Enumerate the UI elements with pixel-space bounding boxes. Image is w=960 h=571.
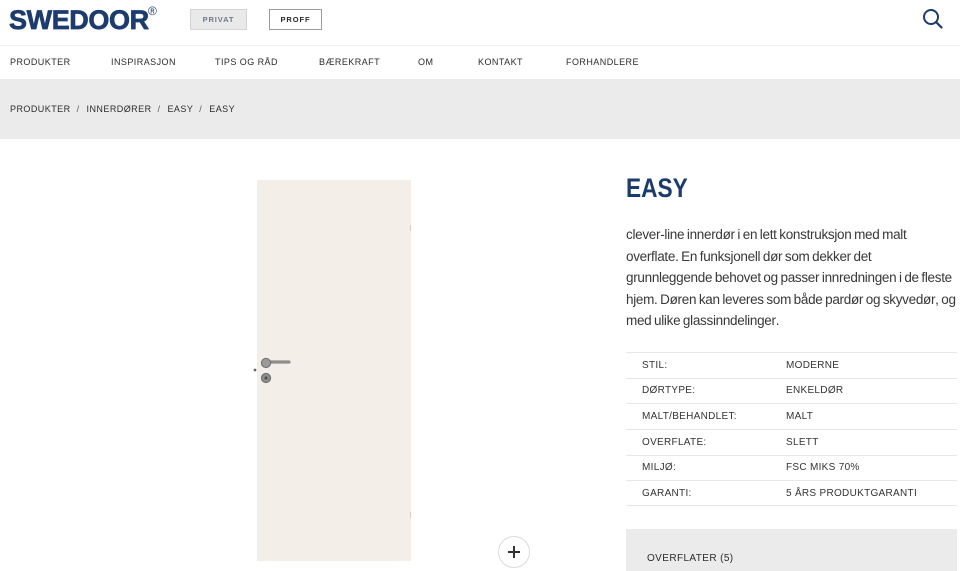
registered-mark: ® [148,4,157,18]
nav-item-kontakt[interactable]: KONTAKT [478,55,523,69]
surfaces-accordion[interactable]: OVERFLATER (5) [626,529,957,571]
spec-value: ENKELDØR [786,385,844,397]
spec-value: MODERNE [786,359,840,371]
spec-row-dortype: DØRTYPE: ENKELDØR [626,377,957,404]
search-icon-handle [935,21,943,29]
spec-label: STIL: [642,359,668,371]
main-nav: PRODUKTER INSPIRASJON TIPS OG RÅD BÆREKR… [0,46,960,79]
swedoor-logo[interactable]: SWEDOOR [9,5,150,35]
segment-privat-button[interactable]: PRIVAT [190,9,247,30]
nav-item-baerekraft[interactable]: BÆREKRAFT [319,55,380,69]
spec-row-garanti: GARANTI: 5 ÅRS PRODUKTGARANTI [626,480,957,506]
door-illustration [253,180,411,561]
product-image [250,175,420,567]
door-edge-dot [253,368,257,372]
zoom-button[interactable] [498,536,530,568]
spec-row-miljo: MILJØ: FSC MIKS 70% [626,454,957,481]
door-panel [257,180,411,561]
site-header: SWEDOOR ® PRIVAT PROFF [0,0,960,46]
nav-item-tips-og-rad[interactable]: TIPS OG RÅD [215,55,278,69]
surfaces-accordion-label[interactable]: OVERFLATER (5) [647,553,734,565]
breadcrumb-separator: / [157,104,161,114]
plus-icon [508,546,520,558]
spec-label: MALT/BEHANDLET: [642,411,737,423]
breadcrumb-separator: / [76,104,80,114]
spec-label: OVERFLATE: [642,436,707,448]
product-description: clever-line innerdør i en lett konstruks… [626,227,956,328]
nav-item-produkter[interactable]: PRODUKTER [10,55,71,69]
spec-row-overflate: OVERFLATE: SLETT [626,428,957,455]
product-specs-table: STIL: MODERNE DØRTYPE: ENKELDØR MALT/BEH… [626,352,957,506]
search-icon [923,9,943,29]
breadcrumb-item-produkter[interactable]: PRODUKTER [10,102,71,116]
spec-row-malt-behandlet: MALT/BEHANDLET: MALT [626,403,957,429]
spec-label: MILJØ: [642,462,677,474]
segment-proff-button[interactable]: PROFF [269,9,322,30]
logo-wordmark[interactable]: SWEDOOR [9,5,150,35]
spec-label: DØRTYPE: [642,385,696,397]
nav-item-forhandlere[interactable]: FORHANDLERE [566,55,639,69]
door-handle-rosette [260,357,272,369]
nav-item-om[interactable]: OM [418,55,433,69]
door-lock-keyhole [264,376,268,380]
spec-value: MALT [786,411,814,423]
product-title: EASY [626,173,688,203]
breadcrumb-current: EASY [209,104,236,114]
breadcrumb-separator: / [199,104,203,114]
breadcrumb: PRODUKTER / INNERDØRER / EASY / EASY [10,102,235,116]
breadcrumb-item-easy-category[interactable]: EASY [167,102,193,116]
breadcrumb-band: PRODUKTER / INNERDØRER / EASY / EASY [0,79,960,139]
spec-value: 5 ÅRS PRODUKTGARANTI [786,487,918,499]
spec-value: FSC MIKS 70% [786,462,860,474]
spec-value: SLETT [786,436,819,448]
nav-item-inspirasjon[interactable]: INSPIRASJON [111,55,176,69]
search-button[interactable] [920,6,944,30]
breadcrumb-item-innerdorer[interactable]: INNERDØRER [87,102,152,116]
spec-label: GARANTI: [642,487,692,499]
spec-row-stil: STIL: MODERNE [626,352,957,378]
